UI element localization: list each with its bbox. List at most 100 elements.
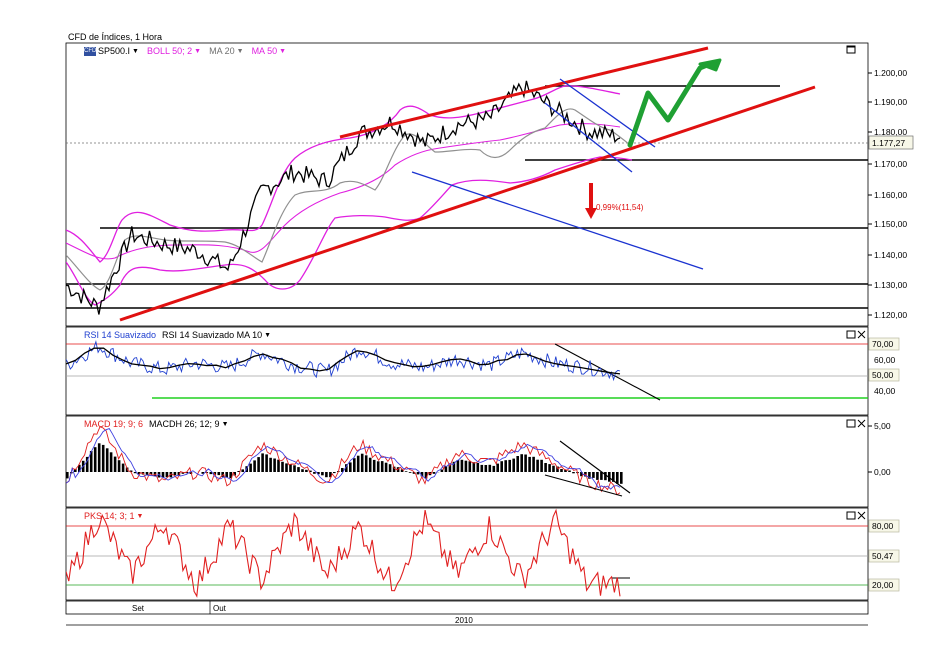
instrument-icon: CFD	[84, 47, 97, 56]
rsi-label[interactable]: RSI 14 Suavizado	[84, 330, 156, 341]
price-series-group	[66, 80, 633, 315]
pks-panel: 80,00 50,47 20,00	[66, 508, 900, 598]
price-tick-1190: 1.190,00	[874, 97, 907, 107]
pks-panel-legend[interactable]: PKS 14; 3; 1 ▼	[84, 511, 143, 522]
macd-histogram-bar	[265, 454, 268, 472]
macd-histogram-bar	[297, 467, 300, 472]
macd-label[interactable]: MACD 19; 9; 6	[84, 419, 143, 430]
macd-histogram-bar	[364, 455, 368, 472]
last-price-label: 1.177,27	[872, 138, 905, 148]
macd-histogram-bar	[368, 457, 372, 472]
macd-histogram-bar	[460, 459, 464, 472]
macd-histogram-bar	[305, 469, 308, 472]
dropdown-icon: ▼	[194, 48, 202, 55]
lower-trend-line	[119, 85, 816, 322]
macd-histogram-bar	[66, 472, 69, 479]
macd-histogram-bar	[620, 472, 623, 484]
macd-histogram-bar	[289, 464, 292, 472]
macd-histogram-bar	[440, 469, 444, 472]
macd-tick-5: 5,00	[874, 421, 891, 431]
macd-histogram-bar	[512, 458, 515, 472]
price-tick-1130: 1.130,00	[874, 280, 907, 290]
macd-histogram-bar	[93, 447, 97, 472]
macd-histogram-bar	[109, 452, 113, 472]
macd-histogram-bar	[532, 456, 535, 472]
channel-lower-line	[411, 171, 704, 270]
macd-histogram-bar	[472, 462, 476, 472]
macd-histogram-bar	[488, 464, 492, 472]
macd-tick-0: 0,00	[874, 467, 891, 477]
time-axis-frame	[65, 600, 869, 615]
macd-histogram-bar	[416, 472, 420, 475]
macd-histogram-bar	[293, 465, 296, 472]
price-tick-1200: 1.200,00	[874, 68, 907, 78]
macd-histogram-bar	[492, 465, 496, 472]
dropdown-icon: ▼	[264, 332, 272, 339]
upper-trend-line	[339, 46, 709, 139]
macd-histogram-bar	[113, 456, 117, 472]
macd-histogram-bar	[408, 472, 412, 473]
price-tick-1160: 1.160,00	[874, 190, 907, 200]
macd-histogram-bar	[277, 459, 280, 472]
macd-histogram-bar	[444, 466, 448, 472]
macd-histogram-bar	[540, 459, 543, 472]
symbol-selector[interactable]: CFD SP500.I ▼	[84, 46, 139, 57]
macd-histogram-bar	[241, 469, 244, 472]
macd-histogram-bar	[384, 462, 388, 472]
macd-histogram-bar	[476, 463, 480, 472]
price-tick-1120: 1.120,00	[874, 310, 907, 320]
maximize-icon[interactable]	[846, 330, 856, 339]
maximize-icon[interactable]	[846, 419, 856, 428]
macd-histogram-bar	[548, 464, 551, 472]
macd-histogram-bar	[101, 444, 105, 472]
macd-histogram-bar	[464, 460, 468, 472]
indicator-ma50[interactable]: MA 50 ▼	[252, 46, 286, 57]
indicator-boll[interactable]: BOLL 50; 2 ▼	[147, 46, 201, 57]
macd-histogram-bar	[97, 443, 101, 472]
macd-histogram-bar	[333, 472, 336, 474]
macd-histogram-bar	[568, 470, 571, 472]
macd-histogram-bar	[269, 457, 272, 472]
macd-histogram-bar	[285, 463, 288, 472]
macd-histogram-bar	[504, 460, 507, 472]
bollinger-lower-band	[66, 156, 633, 306]
macd-histogram-bar	[257, 457, 260, 472]
macd-histogram-bar	[376, 461, 380, 472]
indicator-ma20[interactable]: MA 20 ▼	[209, 46, 243, 57]
macd-panel: 5,00 0,00	[66, 421, 891, 497]
macd-histogram-bar	[281, 461, 284, 472]
macd-histogram-bar	[544, 463, 547, 472]
macd-histogram-bar	[105, 448, 109, 472]
macd-histogram-bar	[253, 460, 256, 472]
close-icon[interactable]	[857, 511, 866, 520]
close-icon[interactable]	[857, 419, 866, 428]
dropdown-icon: ▼	[221, 421, 229, 428]
macd-histogram-bar	[528, 456, 531, 472]
rsi-tick-40: 40,00	[874, 386, 896, 396]
panel-controls	[846, 45, 866, 520]
rsi-ma-label[interactable]: RSI 14 Suavizado MA 10 ▼	[162, 330, 271, 341]
time-axis: Set Out 2010	[132, 601, 473, 625]
macd-histogram-bar	[380, 461, 384, 472]
rsi-tick-60: 60,00	[874, 355, 896, 365]
close-icon[interactable]	[857, 330, 866, 339]
macd-histogram-bar	[321, 472, 324, 476]
rsi-tick-70: 70,00	[872, 339, 894, 349]
dropdown-icon: ▼	[132, 48, 139, 55]
year-label: 2010	[455, 616, 473, 625]
macd-histogram-bar	[356, 455, 360, 472]
macd-histogram-bar	[117, 460, 121, 472]
macd-histogram-bar	[496, 463, 499, 472]
price-candles	[66, 80, 621, 315]
symbol-label: SP500.I	[98, 46, 131, 56]
macd-histogram-bar	[572, 472, 575, 474]
macd-histogram-bar	[261, 453, 264, 472]
maximize-icon[interactable]	[846, 511, 856, 520]
macd-histogram-bar	[468, 461, 472, 472]
macd-histogram-bar	[313, 472, 316, 474]
macdh-label[interactable]: MACDH 26; 12; 9 ▼	[149, 419, 228, 430]
macd-histogram-bar	[592, 472, 595, 478]
pks-tick-mid: 50,47	[872, 551, 894, 561]
price-tick-1150: 1.150,00	[874, 219, 907, 229]
trendlines: 0,99%(11,54)	[119, 46, 816, 322]
